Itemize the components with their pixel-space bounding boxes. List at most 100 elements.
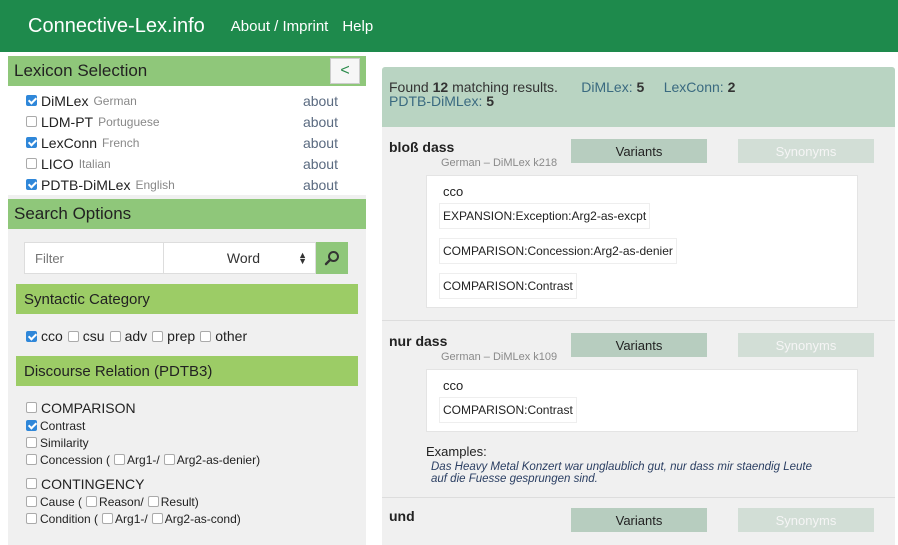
lexicon-language: German bbox=[93, 93, 137, 108]
relation-item-comparison[interactable]: COMPARISON bbox=[26, 398, 366, 417]
variants-button[interactable]: Variants bbox=[571, 333, 707, 357]
nav-help[interactable]: Help bbox=[342, 18, 373, 35]
relation-item-cause[interactable]: Cause ( Reason/ Result) bbox=[26, 493, 366, 510]
relation-item-condition[interactable]: Condition ( Arg1-/ Arg2-as-cond) bbox=[26, 510, 366, 527]
lexicon-language: Portuguese bbox=[98, 114, 160, 129]
category-checkbox-other[interactable] bbox=[200, 330, 212, 342]
relation-label: Arg2-as-cond) bbox=[164, 511, 241, 526]
variants-button[interactable]: Variants bbox=[571, 139, 707, 163]
left-panel: Lexicon Selection < DiMLex German about … bbox=[8, 56, 366, 545]
category-label-other: other bbox=[215, 328, 248, 344]
lexicon-about-link[interactable]: about bbox=[303, 93, 338, 109]
category-checkbox-cco[interactable] bbox=[26, 330, 37, 342]
lexicon-item-pdtb-dimlex[interactable]: PDTB-DiMLex English about bbox=[8, 174, 366, 195]
relation-label: Concession ( bbox=[40, 452, 111, 467]
relation-item-contrast[interactable]: Contrast bbox=[26, 417, 366, 434]
relation-checkbox-concession-arg2[interactable] bbox=[163, 454, 175, 465]
results-panel: Found 12 matching results. DiMLex: 5 Lex… bbox=[382, 67, 895, 545]
sense-tag: COMPARISON:Contrast bbox=[439, 397, 577, 423]
relation-checkbox-cause[interactable] bbox=[26, 496, 37, 507]
brand-link[interactable]: Connective-Lex.info bbox=[28, 15, 205, 38]
lexicon-list: DiMLex German about LDM-PT Portuguese ab… bbox=[8, 86, 366, 195]
relation-checkbox-concession-arg1[interactable] bbox=[114, 454, 126, 465]
lexicon-language: Italian bbox=[78, 156, 111, 171]
search-field-value: Word bbox=[226, 250, 261, 266]
relation-checkbox-condition-arg1[interactable] bbox=[102, 513, 114, 524]
lexicon-selection-title: Lexicon Selection bbox=[14, 61, 148, 80]
lexicon-item-dimlex[interactable]: DiMLex German about bbox=[8, 90, 366, 111]
relation-label: Cause ( bbox=[40, 494, 83, 509]
relation-checkbox-comparison[interactable] bbox=[26, 402, 37, 413]
relation-checkbox-cause-reason[interactable] bbox=[86, 496, 98, 507]
lexicon-about-link[interactable]: about bbox=[303, 114, 338, 130]
relation-label: Contrast bbox=[40, 418, 86, 433]
lexicon-language: French bbox=[102, 135, 140, 150]
count-label-lexconn: LexConn: bbox=[663, 79, 724, 95]
entry-card: cco EXPANSION:Exception:Arg2-as-excpt CO… bbox=[426, 175, 858, 308]
lexicon-name: LexConn bbox=[41, 134, 98, 151]
lexicon-item-lico[interactable]: LICO Italian about bbox=[8, 153, 366, 174]
relation-checkbox-contingency[interactable] bbox=[26, 478, 37, 489]
lexicon-checkbox-dimlex[interactable] bbox=[26, 95, 37, 106]
search-button[interactable] bbox=[316, 242, 348, 274]
lexicon-name: PDTB-DiMLex bbox=[41, 176, 131, 193]
relation-checkbox-concession[interactable] bbox=[26, 454, 37, 465]
synonyms-button[interactable]: Synonyms bbox=[738, 139, 874, 163]
select-arrows-icon: ▲ ▼ bbox=[298, 250, 307, 266]
relation-checkbox-contrast[interactable] bbox=[26, 420, 37, 431]
sense-tag: COMPARISON:Contrast bbox=[439, 273, 577, 299]
sense-tag: COMPARISON:Concession:Arg2-as-denier bbox=[439, 238, 677, 264]
relation-checkbox-condition-arg2[interactable] bbox=[151, 513, 163, 524]
relation-label: Arg2-as-denier) bbox=[176, 452, 261, 467]
example-sentence: Das Heavy Metal Konzert war unglaublich … bbox=[431, 461, 812, 485]
lexicon-item-lexconn[interactable]: LexConn French about bbox=[8, 132, 366, 153]
category-label-csu: csu bbox=[82, 328, 105, 344]
lexicon-about-link[interactable]: about bbox=[303, 156, 338, 172]
lexicon-checkbox-ldm-pt[interactable] bbox=[26, 116, 37, 127]
relation-item-concession[interactable]: Concession ( Arg1-/ Arg2-as-denier) bbox=[26, 451, 366, 468]
search-bar: Word ▲▼ bbox=[24, 242, 358, 274]
lexicon-name: DiMLex bbox=[41, 92, 89, 109]
relation-label: COMPARISON bbox=[41, 399, 136, 416]
count-value-dimlex: 5 bbox=[636, 79, 645, 95]
relation-checkbox-cause-result[interactable] bbox=[147, 496, 159, 507]
category-checkbox-csu[interactable] bbox=[67, 330, 79, 342]
relation-label: Condition ( bbox=[40, 511, 99, 526]
result-entry: und Variants Synonyms bbox=[382, 498, 895, 532]
lexicon-name: LICO bbox=[41, 155, 74, 172]
lexicon-checkbox-lexconn[interactable] bbox=[26, 137, 37, 148]
result-entry: bloß dass Variants Synonyms German – DiM… bbox=[382, 127, 895, 321]
relation-checkbox-condition[interactable] bbox=[26, 513, 37, 524]
variants-button[interactable]: Variants bbox=[571, 508, 707, 532]
collapse-button[interactable]: < bbox=[330, 58, 360, 84]
entry-card: cco COMPARISON:Contrast bbox=[426, 369, 858, 432]
category-label-cco: cco bbox=[41, 328, 63, 344]
filter-input[interactable] bbox=[24, 242, 164, 274]
synonyms-button[interactable]: Synonyms bbox=[738, 508, 874, 532]
relation-label: Arg1-/ bbox=[115, 511, 148, 526]
synonyms-button[interactable]: Synonyms bbox=[738, 333, 874, 357]
relation-checkbox-similarity[interactable] bbox=[26, 437, 37, 448]
count-label-dimlex: DiMLex: bbox=[581, 79, 633, 95]
lexicon-checkbox-pdtb-dimlex[interactable] bbox=[26, 179, 37, 190]
nav-about-imprint[interactable]: About / Imprint bbox=[231, 18, 329, 35]
search-field-select[interactable]: Word ▲ ▼ bbox=[164, 242, 316, 274]
discourse-relation-list: COMPARISON Contrast Similarity Concessio… bbox=[8, 386, 366, 527]
lexicon-item-ldm-pt[interactable]: LDM-PT Portuguese about bbox=[8, 111, 366, 132]
relation-label: Reason/ bbox=[99, 494, 144, 509]
lexicon-checkbox-lico[interactable] bbox=[26, 158, 37, 169]
relation-item-similarity[interactable]: Similarity bbox=[26, 434, 366, 451]
relation-label: Similarity bbox=[40, 435, 89, 450]
category-label-prep: prep bbox=[167, 328, 196, 344]
relation-label: Result) bbox=[160, 494, 199, 509]
relation-label: Arg1-/ bbox=[127, 452, 160, 467]
category-checkbox-prep[interactable] bbox=[152, 330, 164, 342]
lexicon-about-link[interactable]: about bbox=[303, 135, 338, 151]
result-entry: nur dass Variants Synonyms German – DiML… bbox=[382, 321, 895, 498]
lexicon-about-link[interactable]: about bbox=[303, 177, 338, 193]
count-value-lexconn: 2 bbox=[727, 79, 736, 95]
relation-item-contingency[interactable]: CONTINGENCY bbox=[26, 474, 366, 493]
lexicon-name: LDM-PT bbox=[41, 113, 94, 130]
category-checkbox-adv[interactable] bbox=[109, 330, 121, 342]
lexicon-language: English bbox=[135, 177, 175, 192]
